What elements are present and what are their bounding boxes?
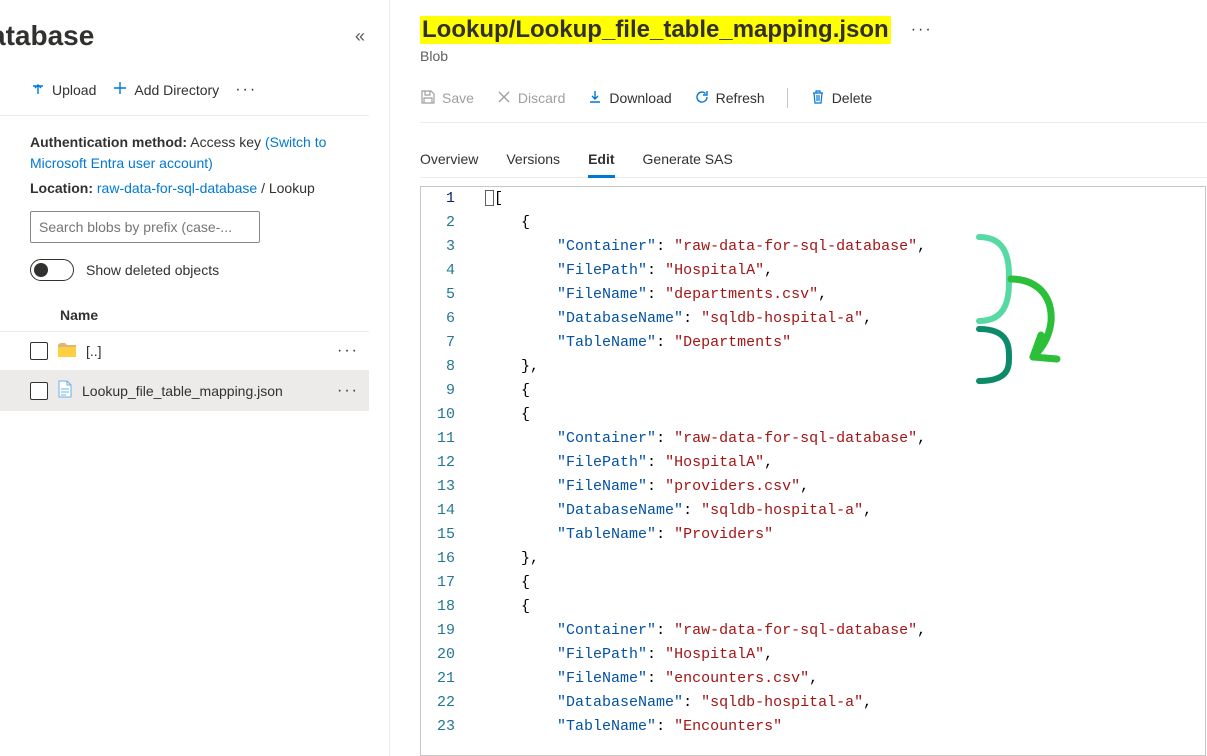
auth-method-value: Access key xyxy=(190,134,261,150)
sidebar-title: atabase xyxy=(0,20,94,52)
delete-label: Delete xyxy=(832,90,872,106)
sidebar-toolbar-more-icon[interactable]: ··· xyxy=(235,81,257,99)
show-deleted-toggle[interactable] xyxy=(30,259,74,281)
sidebar-toolbar: Upload Add Directory ··· xyxy=(0,72,369,116)
plus-icon xyxy=(112,80,128,99)
blob-title: Lookup/Lookup_file_table_mapping.json xyxy=(420,16,891,44)
row-name: Lookup_file_table_mapping.json xyxy=(82,383,283,399)
add-directory-label: Add Directory xyxy=(134,82,219,98)
row-name: [..] xyxy=(86,343,102,359)
add-directory-button[interactable]: Add Directory xyxy=(112,80,219,99)
upload-icon xyxy=(30,80,46,99)
row-more-icon[interactable]: ··· xyxy=(337,342,359,360)
refresh-button[interactable]: Refresh xyxy=(694,89,765,108)
file-icon xyxy=(58,380,72,401)
discard-button: Discard xyxy=(496,89,565,108)
tab-generate-sas[interactable]: Generate SAS xyxy=(643,143,733,177)
main-panel: Lookup/Lookup_file_table_mapping.json ··… xyxy=(390,0,1207,756)
upload-button[interactable]: Upload xyxy=(30,80,96,99)
trash-icon xyxy=(810,89,826,108)
discard-label: Discard xyxy=(518,90,565,106)
save-icon xyxy=(420,89,436,108)
list-item[interactable]: Lookup_file_table_mapping.json ··· xyxy=(0,370,369,411)
tab-versions[interactable]: Versions xyxy=(506,143,560,177)
code-editor[interactable]: 1234567891011121314151617181920212223 [ … xyxy=(420,186,1206,756)
location-folder: Lookup xyxy=(269,180,315,196)
row-checkbox[interactable] xyxy=(30,342,48,360)
save-button: Save xyxy=(420,89,474,108)
auth-method-label: Authentication method: xyxy=(30,134,187,150)
tabs: Overview Versions Edit Generate SAS xyxy=(420,123,1207,178)
save-label: Save xyxy=(442,90,474,106)
main-toolbar: Save Discard Download Refresh Delete xyxy=(420,64,1207,123)
blob-type-label: Blob xyxy=(420,48,1207,64)
list-item[interactable]: [..] ··· xyxy=(0,332,369,370)
collapse-icon[interactable]: « xyxy=(351,22,369,51)
row-more-icon[interactable]: ··· xyxy=(337,382,359,400)
tab-edit[interactable]: Edit xyxy=(588,143,614,177)
tab-overview[interactable]: Overview xyxy=(420,143,478,177)
location-label: Location: xyxy=(30,180,93,196)
code-content[interactable]: [ { "Container": "raw-data-for-sql-datab… xyxy=(469,187,926,755)
list-column-name[interactable]: Name xyxy=(0,299,369,332)
line-gutter: 1234567891011121314151617181920212223 xyxy=(421,187,469,755)
folder-icon xyxy=(58,343,76,360)
refresh-label: Refresh xyxy=(716,90,765,106)
show-deleted-label: Show deleted objects xyxy=(86,262,219,278)
row-checkbox[interactable] xyxy=(30,382,48,400)
upload-label: Upload xyxy=(52,82,96,98)
refresh-icon xyxy=(694,89,710,108)
toolbar-separator xyxy=(787,88,788,108)
download-button[interactable]: Download xyxy=(587,89,671,108)
search-input[interactable] xyxy=(30,211,260,243)
close-icon xyxy=(496,89,512,108)
location-separator: / xyxy=(261,180,269,196)
auth-location-block: Authentication method: Access key (Switc… xyxy=(0,116,369,211)
download-icon xyxy=(587,89,603,108)
sidebar: atabase « Upload Add Directory ··· Authe… xyxy=(0,0,390,756)
delete-button[interactable]: Delete xyxy=(810,89,872,108)
location-container-link[interactable]: raw-data-for-sql-database xyxy=(97,180,257,196)
title-more-icon[interactable]: ··· xyxy=(911,21,933,39)
download-label: Download xyxy=(609,90,671,106)
blob-list: [..] ··· Lookup_file_table_mapping.json ··· xyxy=(0,332,369,411)
